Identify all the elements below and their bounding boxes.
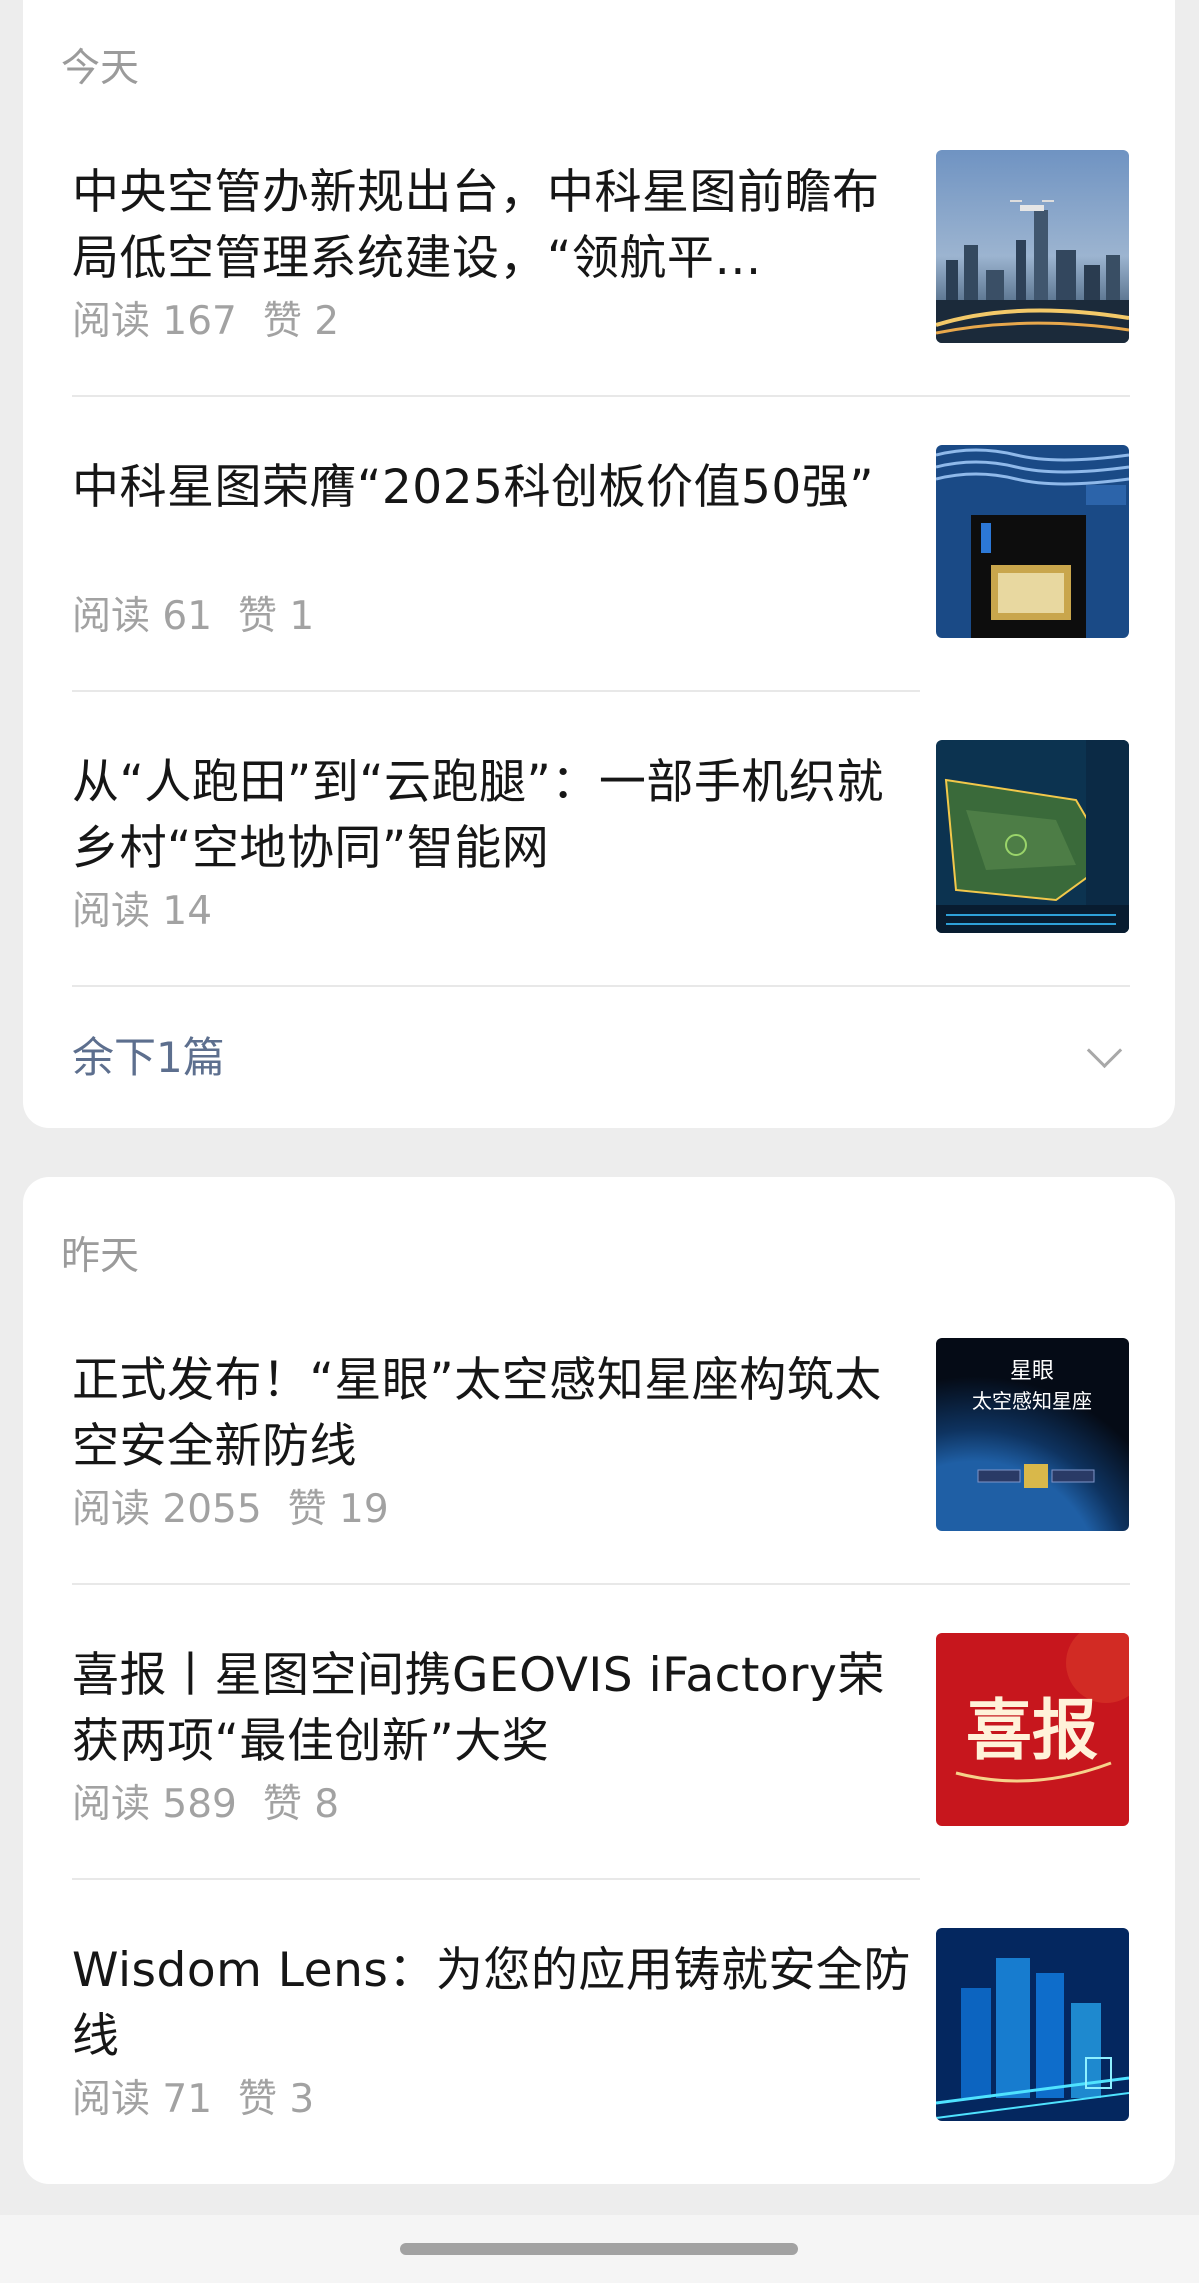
thumbnail-caption: 喜报 bbox=[966, 1691, 1098, 1769]
like-count: 赞 3 bbox=[238, 2077, 315, 2122]
city-drone-thumbnail[interactable] bbox=[936, 150, 1129, 343]
article-title[interactable]: 正式发布！“星眼”太空感知星座构筑太空安全新防线 bbox=[72, 1348, 917, 1480]
article-title[interactable]: 喜报丨星图空间携GEOVIS iFactory荣获两项“最佳创新”大奖 bbox=[72, 1643, 917, 1775]
article-item[interactable]: 从“人跑田”到“云跑腿”：一部手机织就乡村“空地协同”智能网 阅读 14 bbox=[23, 740, 1175, 1035]
thumbnail-caption: 星眼 bbox=[1010, 1359, 1054, 1384]
show-more-row[interactable]: 余下1篇 bbox=[23, 1000, 1175, 1100]
article-item[interactable]: Wisdom Lens：为您的应用铸就安全防线 阅读 71 赞 3 bbox=[23, 1928, 1175, 2223]
article-stats: 阅读 61 赞 1 bbox=[72, 597, 340, 636]
article-title[interactable]: 中央空管办新规出台，中科星图前瞻布局低空管理系统建设，“领航平… bbox=[72, 160, 917, 292]
article-title[interactable]: 中科星图荣膺“2025科创板价值50强” bbox=[72, 455, 917, 521]
divider bbox=[72, 395, 1130, 397]
award-trophy-thumbnail[interactable] bbox=[936, 445, 1129, 638]
article-title[interactable]: Wisdom Lens：为您的应用铸就安全防线 bbox=[72, 1938, 917, 2070]
read-count: 阅读 589 bbox=[72, 1782, 237, 1827]
read-count: 阅读 71 bbox=[72, 2077, 213, 2122]
section-label-today: 今天 bbox=[61, 46, 140, 91]
article-stats: 阅读 71 赞 3 bbox=[72, 2080, 340, 2119]
yesterday-card: 昨天 正式发布！“星眼”太空感知星座构筑太空安全新防线 阅读 2055 赞 19 … bbox=[23, 1177, 1175, 2184]
divider bbox=[72, 1878, 920, 1880]
article-stats: 阅读 14 bbox=[72, 892, 264, 931]
like-count: 赞 1 bbox=[238, 594, 315, 639]
digital-city-thumbnail[interactable] bbox=[936, 1928, 1129, 2121]
like-count: 赞 2 bbox=[262, 299, 340, 344]
article-item[interactable]: 中科星图荣膺“2025科创板价值50强” 阅读 61 赞 1 bbox=[23, 445, 1175, 740]
map-dashboard-thumbnail[interactable] bbox=[936, 740, 1129, 933]
article-title[interactable]: 从“人跑田”到“云跑腿”：一部手机织就乡村“空地协同”智能网 bbox=[72, 750, 917, 882]
article-stats: 阅读 589 赞 8 bbox=[72, 1785, 365, 1824]
article-stats: 阅读 167 赞 2 bbox=[72, 302, 365, 341]
satellite-thumbnail[interactable]: 星眼 太空感知星座 bbox=[936, 1338, 1129, 1531]
today-card: 今天 中央空管办新规出台，中科星图前瞻布局低空管理系统建设，“领航平… 阅读 1… bbox=[23, 0, 1175, 1128]
thumbnail-caption: 太空感知星座 bbox=[972, 1389, 1092, 1413]
chevron-down-icon[interactable] bbox=[1086, 1032, 1123, 1069]
article-item[interactable]: 正式发布！“星眼”太空感知星座构筑太空安全新防线 阅读 2055 赞 19 星眼 … bbox=[23, 1338, 1175, 1633]
good-news-thumbnail[interactable]: 喜报 bbox=[936, 1633, 1129, 1826]
divider bbox=[72, 690, 920, 692]
like-count: 赞 8 bbox=[262, 1782, 340, 1827]
read-count: 阅读 61 bbox=[72, 594, 213, 639]
section-label-yesterday: 昨天 bbox=[61, 1234, 140, 1279]
home-indicator[interactable] bbox=[400, 2243, 798, 2255]
divider bbox=[72, 985, 1130, 987]
read-count: 阅读 14 bbox=[72, 889, 213, 934]
more-articles-label[interactable]: 余下1篇 bbox=[72, 1024, 225, 1085]
divider bbox=[72, 1583, 1130, 1585]
article-stats: 阅读 2055 赞 19 bbox=[72, 1490, 415, 1529]
article-item[interactable]: 喜报丨星图空间携GEOVIS iFactory荣获两项“最佳创新”大奖 阅读 5… bbox=[23, 1633, 1175, 1928]
like-count: 赞 19 bbox=[287, 1487, 389, 1532]
read-count: 阅读 167 bbox=[72, 299, 237, 344]
article-item[interactable]: 中央空管办新规出台，中科星图前瞻布局低空管理系统建设，“领航平… 阅读 167 赞… bbox=[23, 150, 1175, 445]
read-count: 阅读 2055 bbox=[72, 1487, 262, 1532]
